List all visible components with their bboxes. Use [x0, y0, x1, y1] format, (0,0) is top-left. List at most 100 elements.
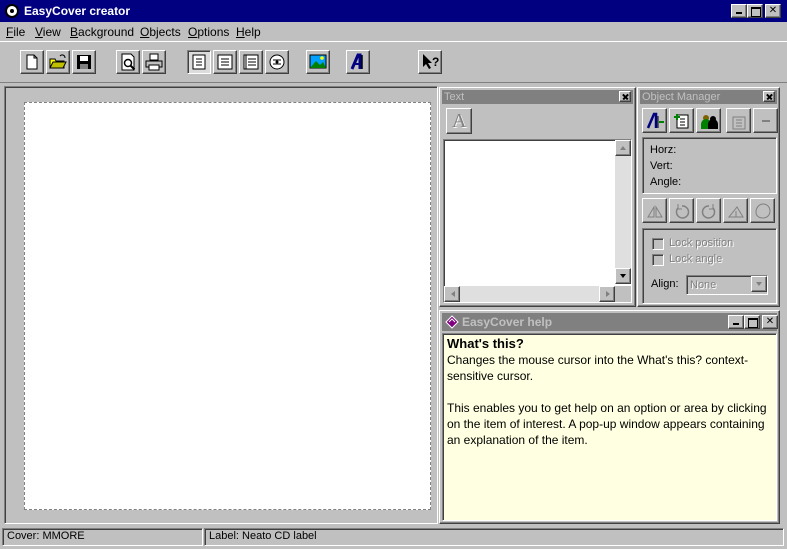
scroll-down-button[interactable]	[615, 268, 631, 284]
rotate-right-icon	[701, 204, 716, 219]
text-object-button[interactable]	[346, 50, 370, 74]
arrow-right-icon	[606, 291, 610, 297]
scroll-up-button[interactable]	[615, 140, 631, 156]
status-label: Label: Neato CD label	[204, 528, 784, 546]
add-image-object-button[interactable]	[669, 108, 694, 133]
rotate-left-button[interactable]	[669, 198, 694, 223]
help-paragraph-2: This enables you to get help on an optio…	[447, 401, 767, 447]
toolbar: ?	[0, 41, 787, 83]
horz-label: Horz:	[650, 144, 677, 156]
flip-vertical-button[interactable]	[723, 198, 748, 223]
app-icon[interactable]	[5, 4, 19, 18]
help-book-icon	[445, 315, 459, 329]
window-title: EasyCover creator	[24, 4, 131, 18]
lock-align-group: Lock position Lock angle Align: None	[642, 228, 777, 304]
help-window: EasyCover help ✕ What's this? Changes th…	[439, 310, 780, 524]
cd-label-button[interactable]	[265, 50, 289, 74]
open-icon	[49, 54, 67, 69]
save-button[interactable]	[72, 50, 96, 74]
help-minimize-button[interactable]	[728, 315, 744, 329]
background-image-button[interactable]	[306, 50, 330, 74]
print-button[interactable]	[142, 50, 166, 74]
close-button[interactable]: ✕	[765, 4, 781, 18]
help-title: EasyCover help	[462, 315, 553, 329]
lock-angle-label: Lock angle	[669, 253, 723, 265]
rotate-left-icon	[675, 204, 690, 219]
open-button[interactable]	[46, 50, 70, 74]
menu-options[interactable]: Options	[188, 25, 229, 39]
whats-this-button[interactable]: ?	[418, 50, 442, 74]
align-dropdown-button[interactable]	[751, 276, 767, 292]
save-icon	[77, 55, 91, 69]
help-content: What's this? Changes the mouse cursor in…	[442, 333, 777, 521]
object-manager-title[interactable]: Object Manager	[640, 90, 777, 104]
print-preview-button[interactable]	[116, 50, 140, 74]
back-cover-icon	[243, 54, 259, 70]
front-cover-button[interactable]	[187, 50, 211, 74]
cover-canvas[interactable]	[24, 102, 431, 510]
help-maximize-button[interactable]	[744, 315, 760, 329]
object-properties-button[interactable]	[726, 108, 751, 133]
menu-bar: File View Background Objects Options Hel…	[0, 22, 787, 41]
vertical-scrollbar[interactable]	[615, 140, 631, 284]
back-cover-button[interactable]	[239, 50, 263, 74]
menu-objects[interactable]: Objects	[140, 25, 181, 39]
arrow-down-icon	[620, 274, 626, 278]
align-label: Align:	[651, 278, 679, 290]
add-text-object-icon	[646, 112, 664, 129]
text-object-icon	[350, 53, 363, 70]
remove-object-button[interactable]	[753, 108, 778, 133]
add-text-object-button[interactable]	[642, 108, 667, 133]
flip-horizontal-icon	[647, 205, 663, 218]
transform-toolbar	[642, 198, 777, 224]
text-panel-close-button[interactable]	[619, 91, 631, 102]
new-button[interactable]	[20, 50, 44, 74]
font-button[interactable]: A	[446, 108, 472, 134]
whats-this-icon: ?	[423, 54, 439, 69]
menu-view[interactable]: View	[35, 25, 61, 39]
minus-icon	[762, 120, 770, 122]
inlay-icon	[217, 54, 233, 70]
group-objects-icon	[701, 115, 718, 129]
status-cover: Cover: MMORE	[2, 528, 203, 546]
horizontal-scrollbar[interactable]	[444, 286, 615, 302]
position-readout: Horz: Vert: Angle:	[642, 137, 777, 194]
shape-button[interactable]	[750, 198, 775, 223]
size-grip-icon[interactable]	[615, 286, 631, 302]
object-manager-panel: Object Manager Horz: Vert: Angle: Lock p	[637, 87, 780, 307]
inlay-button[interactable]	[213, 50, 237, 74]
arrow-left-icon	[451, 291, 455, 297]
menu-background[interactable]: Background	[70, 25, 134, 39]
group-objects-button[interactable]	[696, 108, 721, 133]
help-close-button[interactable]: ✕	[762, 315, 778, 329]
align-select[interactable]: None	[686, 275, 768, 295]
text-panel-title[interactable]: Text	[442, 90, 633, 104]
menu-help[interactable]: Help	[236, 25, 261, 39]
lock-position-label: Lock position	[669, 237, 734, 249]
align-value: None	[690, 279, 717, 291]
flip-vertical-icon	[727, 206, 744, 218]
lock-position-checkbox[interactable]	[652, 238, 664, 250]
text-editor[interactable]	[443, 139, 632, 303]
print-icon	[145, 53, 163, 71]
help-heading: What's this?	[447, 336, 524, 351]
help-title-bar[interactable]: EasyCover help ✕	[442, 313, 778, 331]
lock-angle-checkbox[interactable]	[652, 254, 664, 266]
workspace	[4, 86, 438, 524]
rotate-right-button[interactable]	[696, 198, 721, 223]
flip-horizontal-button[interactable]	[642, 198, 667, 223]
add-image-object-icon	[674, 114, 689, 129]
menu-file[interactable]: File	[6, 25, 25, 39]
object-properties-icon	[732, 116, 746, 130]
scroll-right-button[interactable]	[599, 286, 615, 302]
scroll-left-button[interactable]	[444, 286, 460, 302]
title-bar[interactable]: EasyCover creator ✕	[0, 0, 787, 22]
background-image-icon	[309, 54, 327, 69]
arrow-up-icon	[620, 146, 626, 150]
new-icon	[26, 54, 38, 70]
maximize-button[interactable]	[747, 4, 763, 18]
object-manager-close-button[interactable]	[763, 91, 775, 102]
text-panel: Text A	[439, 87, 636, 307]
minimize-button[interactable]	[731, 4, 747, 18]
chevron-down-icon	[756, 282, 762, 286]
